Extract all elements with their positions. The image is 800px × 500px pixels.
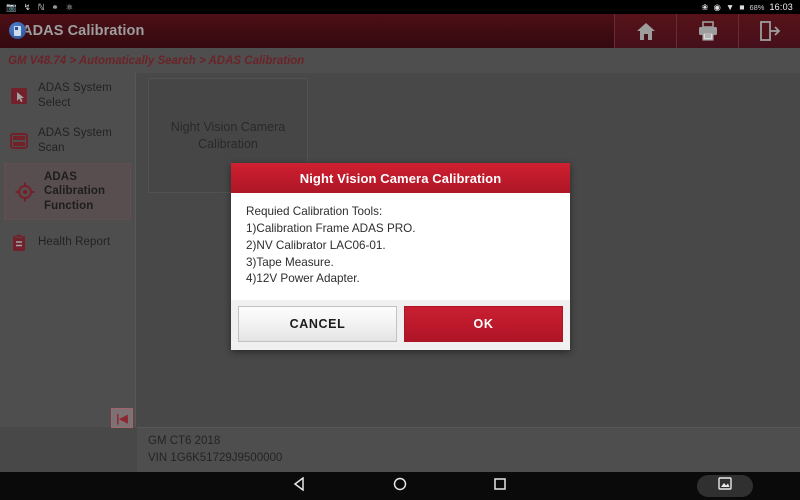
dialog-body: Requied Calibration Tools: 1)Calibration… (231, 193, 570, 301)
nav-home-button[interactable] (350, 472, 450, 500)
usb-debug-icon: ↯ (23, 1, 31, 12)
printer-icon (697, 21, 719, 41)
dialog-footer: CANCEL OK (231, 300, 570, 351)
app-title-bar: ADAS Calibration (0, 14, 800, 48)
bluetooth-icon: ❀ (701, 1, 709, 12)
collapse-left-icon: |◀ (116, 412, 128, 425)
settings-icon: ⚛ (65, 1, 74, 12)
page-title: ADAS Calibration (22, 23, 145, 39)
dialog-title: Night Vision Camera Calibration (299, 170, 502, 186)
night-vision-calibration-dialog: Night Vision Camera Calibration Requied … (231, 163, 570, 351)
back-triangle-icon (293, 476, 307, 496)
home-button[interactable] (614, 14, 676, 48)
app-icon (9, 22, 26, 39)
cancel-button[interactable]: CANCEL (238, 306, 397, 343)
exit-icon (759, 21, 781, 41)
dialog-text-line: 4)12V Power Adapter. (246, 272, 360, 286)
status-bar-right-icons: ❀ ◉ ▼ ■ 68% 16:03 (701, 2, 800, 12)
android-status-bar: 📷 ↯ ℕ ⚭ ⚛ ❀ ◉ ▼ ■ 68% 16:03 (0, 0, 800, 14)
dialog-text-line: 3)Tape Measure. (246, 255, 334, 269)
network-icon: ℕ (37, 1, 45, 12)
usb-icon: ⚭ (51, 1, 59, 12)
recents-square-icon (493, 477, 507, 496)
status-bar-left-icons: 📷 ↯ ℕ ⚭ ⚛ (0, 3, 73, 12)
nav-recents-button[interactable] (450, 472, 550, 500)
screenshot-image-icon (718, 477, 732, 495)
android-nav-bar (0, 472, 800, 500)
exit-button[interactable] (738, 14, 800, 48)
dialog-header: Night Vision Camera Calibration (231, 163, 570, 193)
status-bar-clock: 16:03 (769, 2, 793, 12)
ok-button[interactable]: OK (404, 306, 563, 343)
nav-screenshot-button[interactable] (697, 475, 753, 497)
print-button[interactable] (676, 14, 738, 48)
battery-level: 68% (749, 2, 765, 12)
adas-calibration-app: 📷 ↯ ℕ ⚭ ⚛ ❀ ◉ ▼ ■ 68% 16:03 ADAS Calibra… (0, 0, 800, 500)
dialog-text-line: Requied Calibration Tools: (246, 205, 383, 218)
dialog-text-line: 1)Calibration Frame ADAS PRO. (246, 221, 416, 235)
title-bar-actions (614, 14, 800, 48)
home-icon (636, 22, 656, 41)
dialog-text-line: 2)NV Calibrator LAC06-01. (246, 238, 386, 252)
screen-rotation-icon: ◉ (713, 1, 721, 12)
collapse-sidebar-button[interactable]: |◀ (111, 408, 133, 428)
home-circle-icon (393, 477, 407, 496)
wifi-icon: ▼ (725, 1, 735, 12)
battery-icon: ■ (739, 1, 745, 12)
screenshot-icon: 📷 (6, 1, 17, 12)
nav-back-button[interactable] (250, 472, 350, 500)
